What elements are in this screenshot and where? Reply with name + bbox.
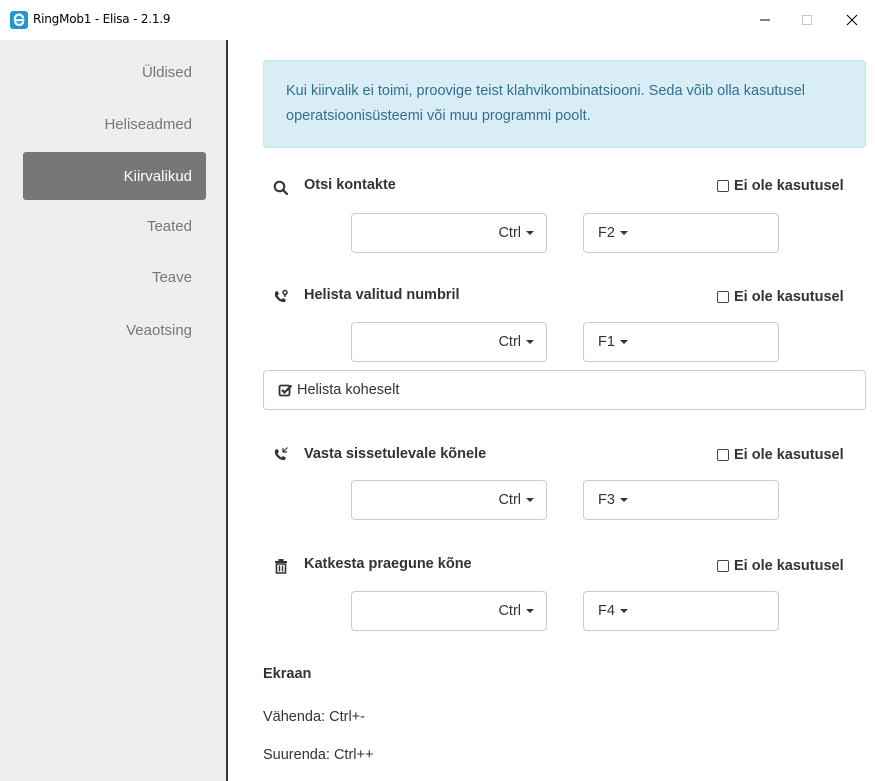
disable-checkbox-answer[interactable]: Ei ole kasutusel: [717, 447, 844, 463]
modifier-select-search[interactable]: Ctrl: [351, 213, 547, 253]
shortcut-title-answer: Vasta sissetulevale kõnele: [304, 446, 487, 462]
select-value: F1: [598, 334, 615, 350]
checkbox-box[interactable]: [717, 180, 729, 192]
select-value: F4: [598, 603, 615, 619]
minimize-button[interactable]: [742, 0, 788, 40]
sidebar-item-teave[interactable]: Teave: [152, 269, 192, 286]
caret-down-icon: [526, 609, 534, 613]
select-value: Ctrl: [498, 492, 521, 508]
title-bar: RingMob1 - Elisa - 2.1.9: [0, 0, 875, 40]
maximize-button[interactable]: [784, 0, 830, 40]
caret-down-icon: [619, 609, 628, 613]
sidebar: Üldised Heliseadmed Kiirvalikud Teated T…: [0, 40, 228, 781]
phone-call-icon: [272, 288, 290, 306]
key-select-hangup[interactable]: F4: [583, 591, 779, 631]
sidebar-item-veaotsing[interactable]: Veaotsing: [126, 322, 192, 339]
modifier-select-answer[interactable]: Ctrl: [351, 480, 547, 520]
shortcut-title-hangup: Katkesta praegune kõne: [304, 556, 472, 572]
select-value: F3: [598, 492, 615, 508]
caret-down-icon: [526, 498, 534, 502]
call-immediately-label: Helista koheselt: [297, 382, 400, 398]
select-value: Ctrl: [498, 603, 521, 619]
shortcut-title-search: Otsi kontakte: [304, 177, 396, 193]
modifier-select-hangup[interactable]: Ctrl: [351, 591, 547, 631]
zoom-in-shortcut: Suurenda: Ctrl++: [263, 747, 374, 763]
checkbox-box[interactable]: [717, 291, 729, 303]
checkbox-label: Ei ole kasutusel: [734, 558, 844, 574]
minimize-icon: [760, 19, 770, 21]
elisa-logo-icon: [10, 11, 28, 29]
select-value: Ctrl: [498, 334, 521, 350]
select-value: F2: [598, 225, 615, 241]
disable-checkbox-call[interactable]: Ei ole kasutusel: [717, 289, 844, 305]
select-value: Ctrl: [498, 225, 521, 241]
checkbox-label: Ei ole kasutusel: [734, 178, 844, 194]
checkbox-box[interactable]: [717, 560, 729, 572]
caret-down-icon: [526, 231, 534, 235]
checkbox-box[interactable]: [717, 449, 729, 461]
close-icon: [846, 14, 858, 26]
disable-checkbox-hangup[interactable]: Ei ole kasutusel: [717, 558, 844, 574]
disable-checkbox-search[interactable]: Ei ole kasutusel: [717, 178, 844, 194]
info-alert: Kui kiirvalik ei toimi, proovige teist k…: [263, 60, 866, 148]
key-select-answer[interactable]: F3: [583, 480, 779, 520]
caret-down-icon: [619, 231, 628, 235]
caret-down-icon: [619, 340, 628, 344]
key-select-search[interactable]: F2: [583, 213, 779, 253]
search-icon: [272, 178, 290, 196]
checkbox-label: Ei ole kasutusel: [734, 289, 844, 305]
checkbox-label: Ei ole kasutusel: [734, 447, 844, 463]
zoom-out-shortcut: Vähenda: Ctrl+-: [263, 709, 365, 725]
sidebar-item-kiirvalikud[interactable]: Kiirvalikud: [23, 152, 206, 200]
sidebar-item-heliseadmed[interactable]: Heliseadmed: [104, 116, 192, 133]
window-title: RingMob1 - Elisa - 2.1.9: [33, 12, 171, 26]
caret-down-icon: [526, 340, 534, 344]
sidebar-item-uldised[interactable]: Üldised: [142, 64, 192, 81]
screen-section-title: Ekraan: [263, 666, 312, 682]
shortcut-title-call: Helista valitud numbril: [304, 287, 460, 303]
close-button[interactable]: [829, 0, 875, 40]
check-square-icon: [278, 383, 293, 398]
sidebar-item-teated[interactable]: Teated: [147, 218, 192, 235]
caret-down-icon: [619, 498, 628, 502]
maximize-icon: [802, 15, 812, 25]
trash-icon: [272, 557, 290, 575]
call-immediately-toggle[interactable]: Helista koheselt: [263, 370, 866, 410]
modifier-select-call[interactable]: Ctrl: [351, 322, 547, 362]
key-select-call[interactable]: F1: [583, 322, 779, 362]
phone-incoming-icon: [272, 446, 290, 464]
